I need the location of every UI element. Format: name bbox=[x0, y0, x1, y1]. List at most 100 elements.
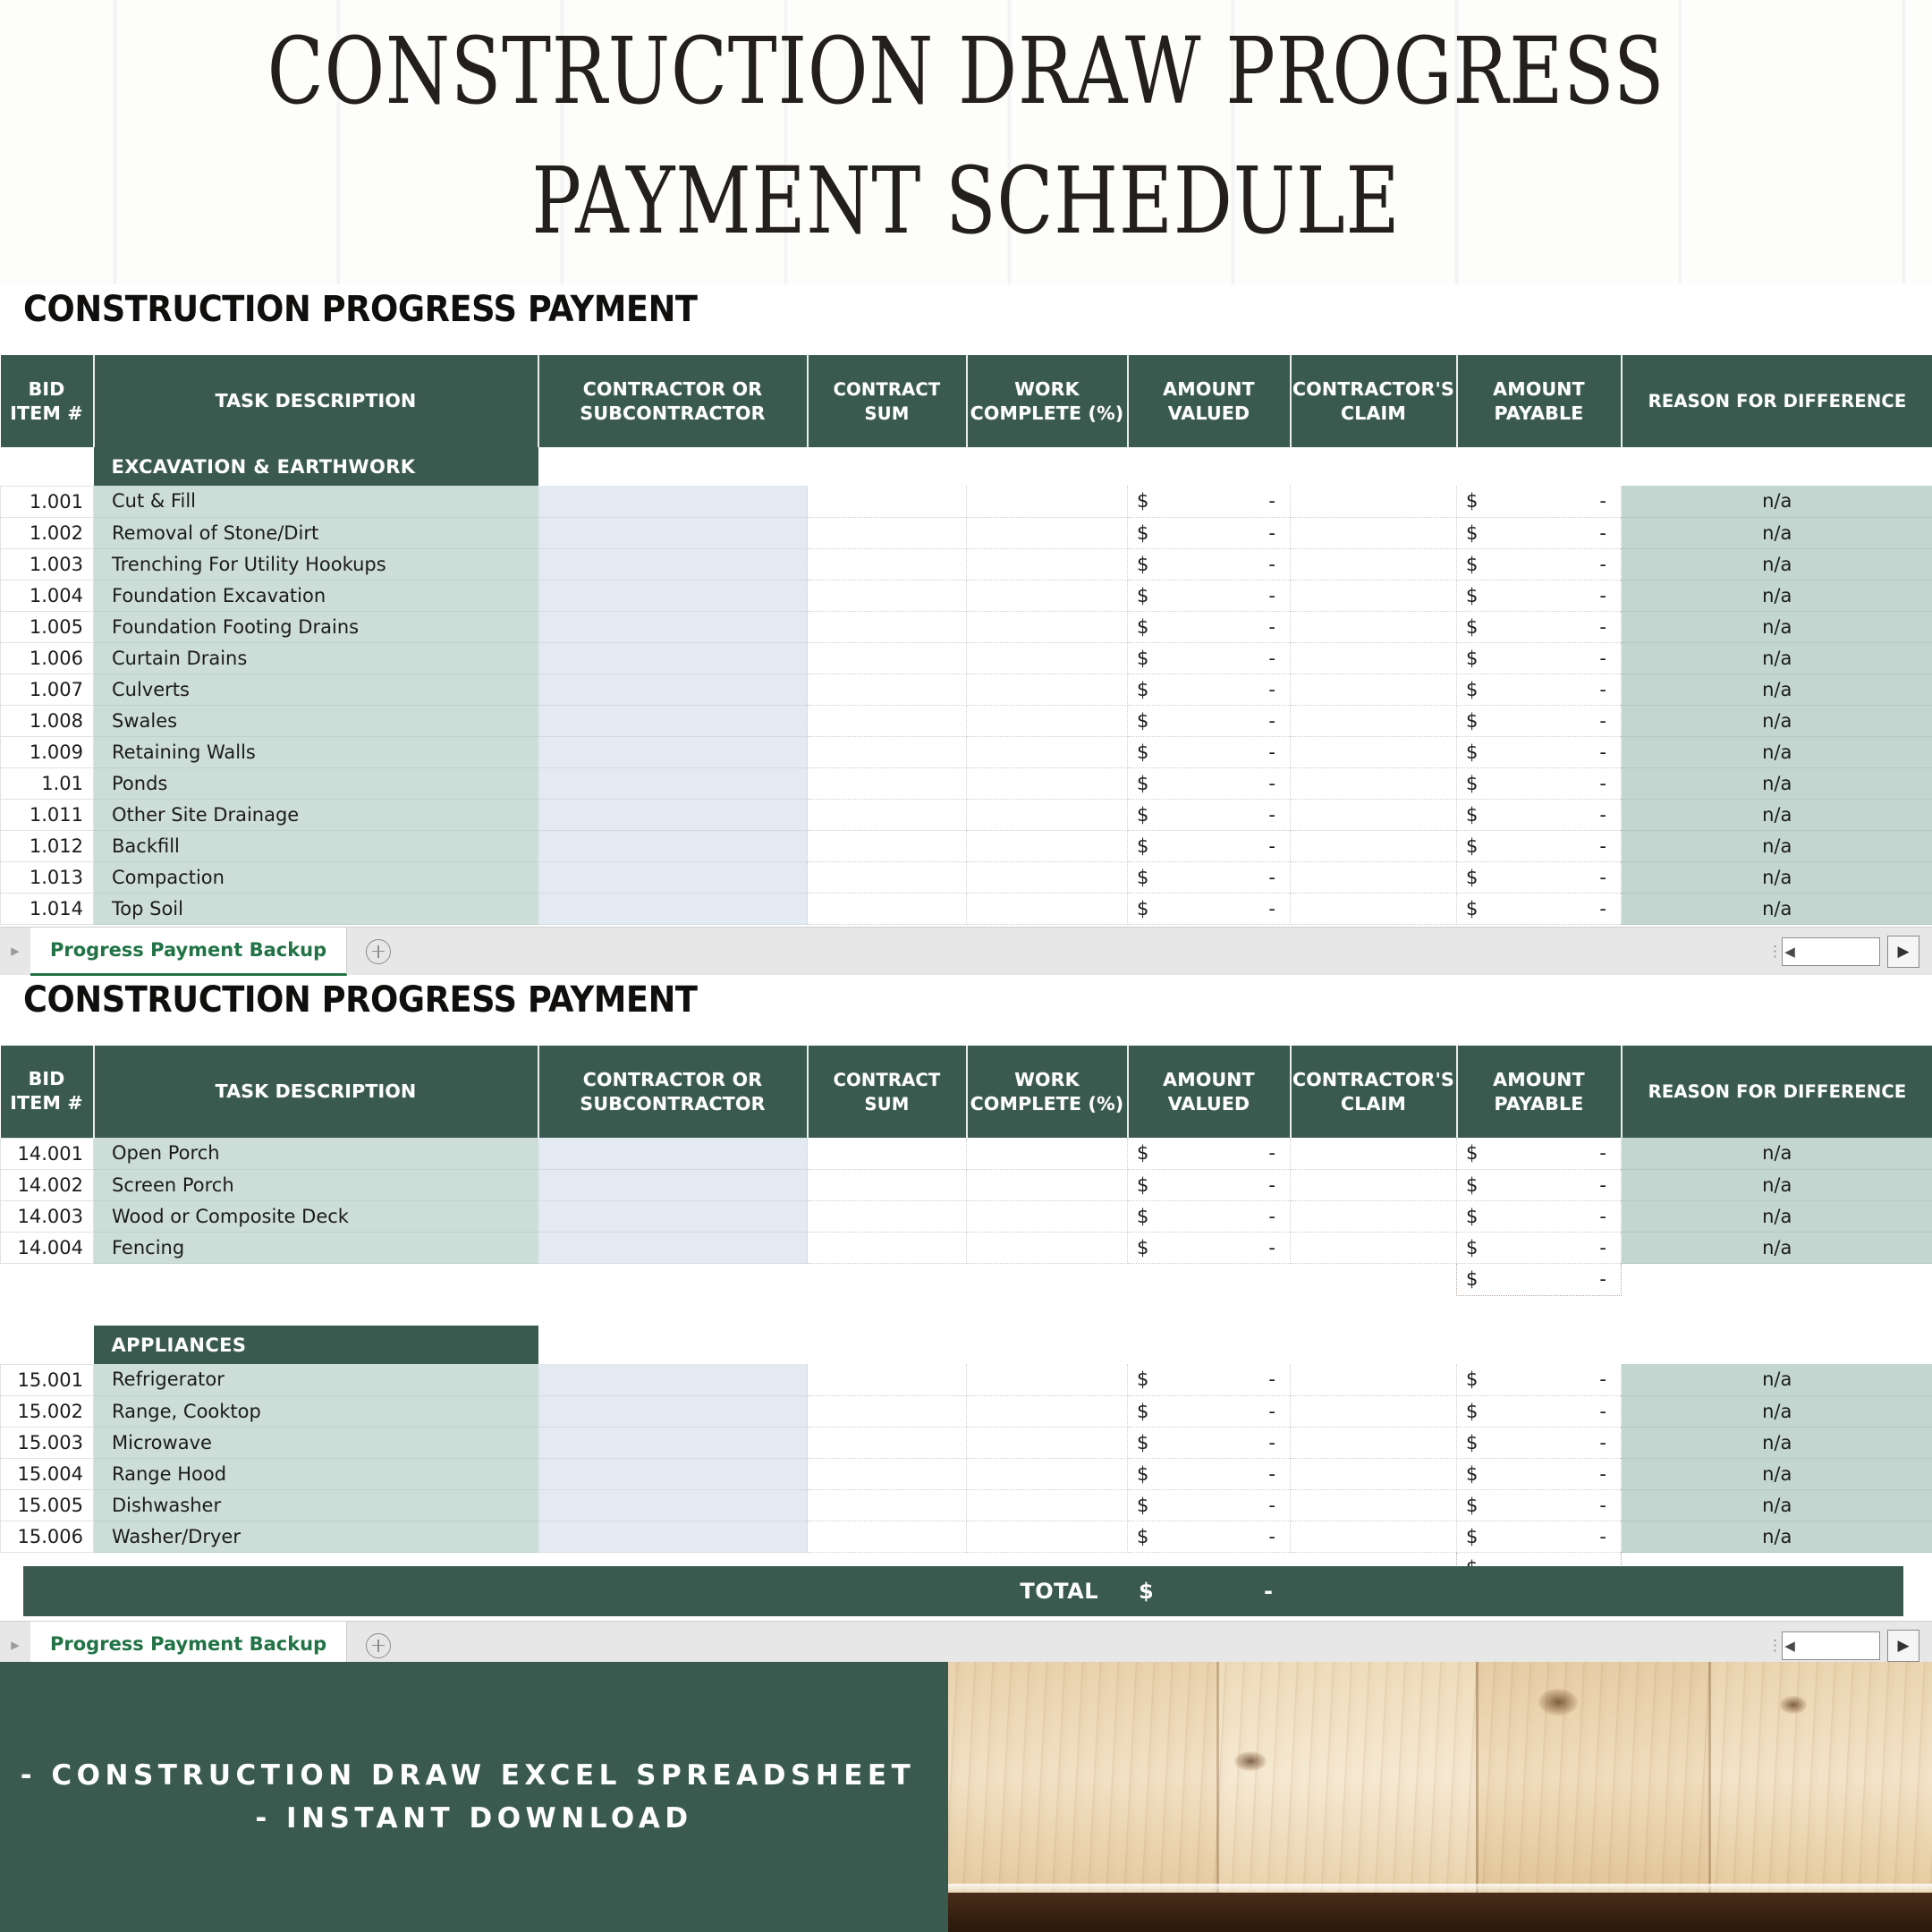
cell-reason-for-difference[interactable]: n/a bbox=[1621, 1364, 1932, 1396]
cell-task-description[interactable]: Dishwasher bbox=[93, 1489, 538, 1521]
cell-amount-payable[interactable]: $ - bbox=[1456, 1521, 1622, 1553]
cell-work-complete[interactable] bbox=[966, 799, 1128, 831]
cell-contractor[interactable] bbox=[538, 893, 808, 925]
cell-reason-for-difference[interactable]: n/a bbox=[1621, 1395, 1932, 1428]
cell-bid-item[interactable]: 1.001 bbox=[0, 485, 94, 518]
cell-contract-sum[interactable] bbox=[807, 1138, 967, 1170]
cell-amount-payable[interactable]: $ - bbox=[1456, 580, 1622, 612]
cell-contractor[interactable] bbox=[538, 517, 808, 549]
cell-contract-sum[interactable] bbox=[807, 642, 967, 674]
cell-amount-valued[interactable]: $ - bbox=[1127, 1364, 1291, 1396]
cell-amount-valued[interactable]: $ - bbox=[1127, 1169, 1291, 1201]
cell-work-complete[interactable] bbox=[966, 1169, 1128, 1201]
cell-bid-item[interactable]: 1.011 bbox=[0, 798, 94, 831]
cell-task-description[interactable]: Cut & Fill bbox=[93, 486, 538, 518]
cell-work-complete[interactable] bbox=[966, 486, 1128, 518]
chevron-right-icon[interactable]: ▸ bbox=[0, 941, 30, 962]
table-row[interactable]: 1.004 Foundation Excavation $ - $ - n/a bbox=[0, 579, 1932, 612]
cell-work-complete[interactable] bbox=[966, 517, 1128, 549]
cell-reason-for-difference[interactable]: n/a bbox=[1621, 830, 1932, 862]
cell-reason-for-difference[interactable]: n/a bbox=[1621, 1169, 1932, 1201]
table-row[interactable]: 14.002 Screen Porch $ - $ - n/a bbox=[0, 1168, 1932, 1201]
cell-work-complete[interactable] bbox=[966, 1458, 1128, 1490]
cell-work-complete[interactable] bbox=[966, 1200, 1128, 1233]
cell-bid-item[interactable]: 15.002 bbox=[0, 1394, 94, 1428]
cell-amount-valued[interactable]: $ - bbox=[1127, 830, 1291, 862]
cell-contract-sum[interactable] bbox=[807, 705, 967, 737]
table-row[interactable]: 14.004 Fencing $ - $ - n/a bbox=[0, 1231, 1932, 1264]
cell-contractors-claim[interactable] bbox=[1290, 580, 1457, 612]
cell-amount-valued[interactable]: $ - bbox=[1127, 1395, 1291, 1428]
cell-bid-item[interactable]: 1.009 bbox=[0, 735, 94, 768]
cell-amount-valued[interactable]: $ - bbox=[1127, 1232, 1291, 1264]
cell-task-description[interactable]: Curtain Drains bbox=[93, 642, 538, 674]
cell-amount-valued[interactable]: $ - bbox=[1127, 674, 1291, 706]
cell-reason-for-difference[interactable]: n/a bbox=[1621, 674, 1932, 706]
table-row[interactable]: 15.003 Microwave $ - $ - n/a bbox=[0, 1426, 1932, 1459]
cell-contract-sum[interactable] bbox=[807, 861, 967, 894]
cell-contractors-claim[interactable] bbox=[1290, 705, 1457, 737]
cell-reason-for-difference[interactable]: n/a bbox=[1621, 1427, 1932, 1459]
cell-amount-valued[interactable]: $ - bbox=[1127, 799, 1291, 831]
cell-bid-item[interactable]: 14.002 bbox=[0, 1168, 94, 1201]
cell-contractors-claim[interactable] bbox=[1290, 1427, 1457, 1459]
table-row[interactable]: 1.009 Retaining Walls $ - $ - n/a bbox=[0, 735, 1932, 768]
cell-contractors-claim[interactable] bbox=[1290, 893, 1457, 925]
table-row[interactable]: 14.001 Open Porch $ - $ - n/a bbox=[0, 1137, 1932, 1170]
cell-contractor[interactable] bbox=[538, 861, 808, 894]
cell-work-complete[interactable] bbox=[966, 674, 1128, 706]
cell-bid-item[interactable]: 14.001 bbox=[0, 1137, 94, 1170]
cell-amount-payable[interactable]: $ - bbox=[1456, 830, 1622, 862]
cell-task-description[interactable]: Range Hood bbox=[93, 1458, 538, 1490]
cell-contractors-claim[interactable] bbox=[1290, 611, 1457, 643]
cell-work-complete[interactable] bbox=[966, 1364, 1128, 1396]
cell-reason-for-difference[interactable]: n/a bbox=[1621, 799, 1932, 831]
cell-contractors-claim[interactable] bbox=[1290, 799, 1457, 831]
cell-contractor[interactable] bbox=[538, 1169, 808, 1201]
cell-work-complete[interactable] bbox=[966, 861, 1128, 894]
table-row[interactable]: 1.005 Foundation Footing Drains $ - $ - n/a bbox=[0, 610, 1932, 643]
cell-amount-valued[interactable]: $ - bbox=[1127, 705, 1291, 737]
cell-contractor[interactable] bbox=[538, 1521, 808, 1553]
cell-work-complete[interactable] bbox=[966, 548, 1128, 580]
cell-contract-sum[interactable] bbox=[807, 486, 967, 518]
split-grip-icon[interactable]: ⋮ bbox=[1767, 944, 1783, 959]
cell-contractor[interactable] bbox=[538, 830, 808, 862]
cell-contract-sum[interactable] bbox=[807, 1489, 967, 1521]
table-row[interactable]: 1.008 Swales $ - $ - n/a bbox=[0, 704, 1932, 737]
cell-task-description[interactable]: Open Porch bbox=[93, 1138, 538, 1170]
cell-amount-payable[interactable]: $ - bbox=[1456, 1169, 1622, 1201]
cell-contractors-claim[interactable] bbox=[1290, 674, 1457, 706]
cell-work-complete[interactable] bbox=[966, 1427, 1128, 1459]
cell-contractors-claim[interactable] bbox=[1290, 767, 1457, 800]
cell-contractor[interactable] bbox=[538, 642, 808, 674]
cell-contractors-claim[interactable] bbox=[1290, 1169, 1457, 1201]
cell-bid-item[interactable]: 15.003 bbox=[0, 1426, 94, 1459]
scroll-left-arrow-icon[interactable]: ◀ bbox=[1783, 1638, 1797, 1654]
table-row[interactable]: 1.006 Curtain Drains $ - $ - n/a bbox=[0, 641, 1932, 674]
cell-reason-for-difference[interactable]: n/a bbox=[1621, 1232, 1932, 1264]
cell-work-complete[interactable] bbox=[966, 580, 1128, 612]
cell-bid-item[interactable]: 1.012 bbox=[0, 829, 94, 862]
cell-contractors-claim[interactable] bbox=[1290, 486, 1457, 518]
split-grip-icon[interactable]: ⋮ bbox=[1767, 1638, 1783, 1653]
table-row[interactable]: 1.012 Backfill $ - $ - n/a bbox=[0, 829, 1932, 862]
cell-reason-for-difference[interactable]: n/a bbox=[1621, 736, 1932, 768]
cell-subtotal-amount-payable[interactable]: $- bbox=[1456, 1262, 1622, 1296]
cell-contract-sum[interactable] bbox=[807, 548, 967, 580]
cell-amount-payable[interactable]: $ - bbox=[1456, 1232, 1622, 1264]
cell-amount-valued[interactable]: $ - bbox=[1127, 767, 1291, 800]
cell-reason-for-difference[interactable]: n/a bbox=[1621, 861, 1932, 894]
table-row[interactable]: 1.002 Removal of Stone/Dirt $ - $ - n/a bbox=[0, 516, 1932, 549]
cell-contractor[interactable] bbox=[538, 705, 808, 737]
cell-amount-payable[interactable]: $ - bbox=[1456, 611, 1622, 643]
table-row[interactable]: 1.001 Cut & Fill $ - $ - n/a bbox=[0, 485, 1932, 518]
cell-work-complete[interactable] bbox=[966, 1395, 1128, 1428]
cell-reason-for-difference[interactable]: n/a bbox=[1621, 705, 1932, 737]
cell-contractors-claim[interactable] bbox=[1290, 736, 1457, 768]
cell-reason-for-difference[interactable]: n/a bbox=[1621, 1458, 1932, 1490]
table-row[interactable]: 1.013 Compaction $ - $ - n/a bbox=[0, 860, 1932, 894]
cell-contract-sum[interactable] bbox=[807, 1200, 967, 1233]
cell-amount-valued[interactable]: $ - bbox=[1127, 486, 1291, 518]
scroll-right-arrow-icon[interactable]: ▶ bbox=[1887, 1629, 1919, 1662]
